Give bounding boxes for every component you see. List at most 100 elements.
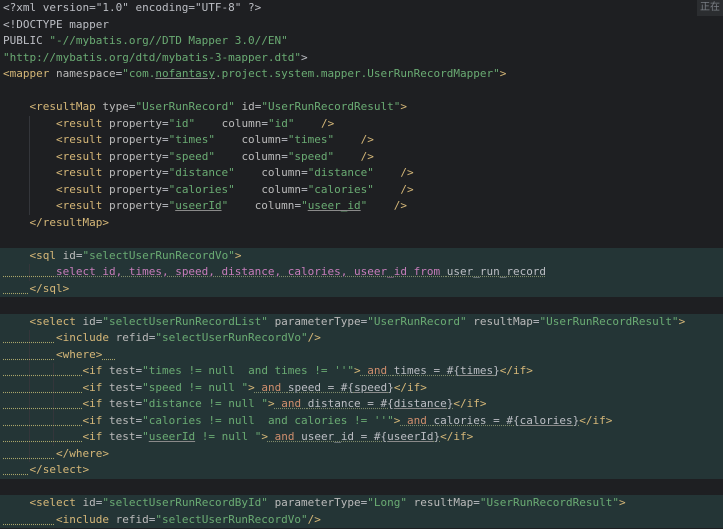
code-token: user_run_record	[446, 265, 547, 278]
code-token: speed	[354, 380, 388, 394]
code-token: refid	[115, 512, 149, 526]
code-line[interactable]: <sql id="selectUserRunRecordVo">	[0, 248, 723, 264]
code-token: property	[108, 182, 162, 196]
code-token: property	[108, 166, 162, 179]
code-line[interactable]: <if test="useerId != null "> and useer_i…	[0, 429, 723, 445]
code-line[interactable]: <include refid="selectUserRunRecordVo"/>	[0, 330, 723, 346]
code-token: "com.	[122, 67, 156, 80]
code-token: parameterType	[274, 314, 361, 328]
code-token: >	[301, 50, 308, 64]
code-token: "calories != null and calories != ''"	[142, 413, 394, 427]
code-line[interactable]	[0, 297, 723, 313]
code-line[interactable]: <result property="calories" column="calo…	[0, 182, 723, 198]
code-token: </select>	[29, 463, 90, 476]
code-token: .project.system.mapper.UserRunRecordMapp…	[214, 67, 500, 80]
code-token: <result	[55, 116, 109, 130]
code-line[interactable]: <?xml version="1.0" encoding="UTF-8" ?>	[0, 0, 723, 16]
code-token: resultMap	[413, 496, 474, 509]
code-token: times = #{	[393, 364, 461, 377]
code-token: "speed != null "	[142, 380, 249, 394]
code-token: <result	[55, 182, 109, 196]
code-token: "speed"	[168, 149, 215, 163]
code-token: <?xml version="1.0" encoding="UTF-8" ?>	[3, 1, 262, 14]
code-line[interactable]: select id, times, speed, distance, calor…	[0, 264, 723, 280]
code-token: <select	[29, 496, 83, 509]
code-token: "	[301, 199, 308, 212]
code-line[interactable]: <if test="times != null and times != ''"…	[0, 363, 723, 379]
code-line[interactable]: <if test="distance != null "> and distan…	[0, 396, 723, 412]
code-editor[interactable]: <?xml version="1.0" encoding="UTF-8" ?> <…	[0, 0, 723, 529]
code-line[interactable]: <if test="speed != null "> and speed = #…	[0, 380, 723, 396]
code-token: >	[678, 314, 686, 328]
code-line[interactable]: "http://mybatis.org/dtd/mybatis-3-mapper…	[0, 50, 723, 66]
code-token: <result	[55, 149, 109, 163]
code-token: "id"	[267, 116, 295, 130]
code-line[interactable]: <!DOCTYPE mapper	[0, 17, 723, 33]
code-token: "times != null and times != ''"	[142, 364, 355, 377]
code-token: <!DOCTYPE mapper	[3, 17, 109, 31]
code-token: id	[82, 496, 96, 509]
code-line[interactable]: <result property="speed" column="speed" …	[0, 149, 723, 165]
code-token: resultMap	[473, 314, 533, 328]
code-line[interactable]: <result property="distance" column="dist…	[0, 165, 723, 181]
code-line[interactable]: <result property="id" column="id" />	[0, 116, 723, 132]
code-token: =	[301, 166, 308, 179]
code-token: useerId	[148, 430, 196, 443]
status-badge: 正在	[697, 0, 723, 16]
code-token: useerId	[387, 430, 434, 443]
code-line[interactable]: </sql>	[0, 281, 723, 297]
code-token: =	[281, 149, 288, 163]
code-line[interactable]: </resultMap>	[0, 215, 723, 231]
code-token: test	[108, 397, 136, 410]
code-token: "calories"	[168, 182, 235, 196]
code-line[interactable]	[0, 479, 723, 495]
code-line[interactable]: <mapper namespace="com.nofantasy.project…	[0, 66, 723, 82]
code-token: property	[108, 133, 162, 146]
code-token: >	[234, 248, 242, 262]
code-token: =	[473, 496, 480, 509]
code-token: <select	[29, 314, 83, 328]
code-token: <sql	[29, 248, 63, 262]
code-line[interactable]: <where>	[0, 347, 723, 363]
code-line[interactable]: <result property="useerId" column="useer…	[0, 198, 723, 214]
code-line[interactable]: </select>	[0, 462, 723, 478]
code-token: >	[400, 100, 408, 113]
code-token: speed = #{	[287, 380, 355, 394]
code-line[interactable]: <if test="calories != null and calories …	[0, 413, 723, 429]
code-line[interactable]: <resultMap type="UserRunRecord" id="User…	[0, 99, 723, 115]
code-token: times	[460, 364, 494, 377]
code-token: <if	[82, 397, 109, 410]
code-line[interactable]: </where>	[0, 446, 723, 462]
code-line[interactable]: <include refid="selectUserRunRecordVo"/>	[0, 512, 723, 528]
code-line[interactable]: PUBLIC "-//mybatis.org//DTD Mapper 3.0//…	[0, 33, 723, 49]
code-token: nofantasy	[155, 67, 215, 80]
code-line[interactable]	[0, 83, 723, 99]
code-token: "distance"	[307, 166, 374, 179]
code-token: type	[102, 100, 129, 113]
code-token: </if>	[499, 364, 533, 377]
code-line[interactable]: <result property="times" column="times" …	[0, 132, 723, 148]
code-line[interactable]: <select id="selectUserRunRecordList" par…	[0, 314, 723, 330]
code-token: "	[142, 430, 149, 443]
code-token: test	[108, 380, 136, 394]
code-line[interactable]	[0, 231, 723, 247]
code-token: "selectUserRunRecordVo"	[82, 248, 235, 262]
code-line[interactable]: <select id = "selectUserRunRecordById" par…	[0, 495, 723, 511]
